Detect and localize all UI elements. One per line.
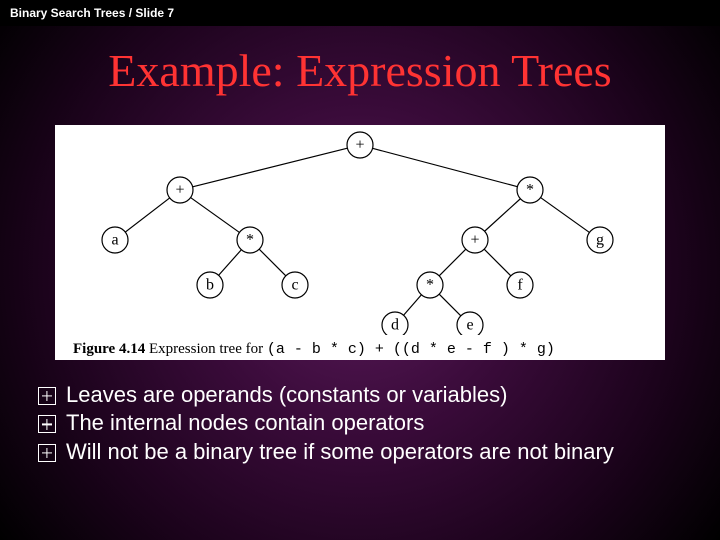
- list-item: Will not be a binary tree if some operat…: [38, 439, 688, 465]
- tree-edge: [485, 199, 521, 232]
- tree-node-label: f: [517, 277, 523, 294]
- figure: + + * a * + g b c * f d e Figure 4.14 Expression tre…: [55, 125, 665, 360]
- breadcrumb: Binary Search Trees / Slide 7: [10, 6, 174, 20]
- bullet-text: The internal nodes contain operators: [66, 410, 688, 436]
- tree-node-label: c: [291, 277, 298, 294]
- tree-node-label: *: [526, 182, 534, 199]
- tree-node-label: +: [175, 182, 184, 199]
- tree-edge: [219, 250, 242, 276]
- figure-caption-text: Expression tree for: [145, 341, 267, 357]
- figure-expression: (a - b * c) + ((d * e - f ) * g): [267, 341, 555, 358]
- tree-edge: [191, 198, 240, 233]
- tree-edge: [439, 294, 461, 316]
- bullet-icon: [38, 415, 56, 433]
- tree-node-label: *: [246, 232, 254, 249]
- tree-edge: [125, 198, 169, 232]
- tree-node-label: +: [355, 137, 364, 154]
- tree-node-label: e: [466, 317, 473, 334]
- tree-node-label: *: [426, 277, 434, 294]
- tree-node-label: a: [111, 232, 118, 249]
- figure-caption: Figure 4.14 Expression tree for (a - b *…: [55, 335, 665, 358]
- tree-node-label: +: [470, 232, 479, 249]
- bullet-text: Will not be a binary tree if some operat…: [66, 439, 688, 465]
- header-strip: Binary Search Trees / Slide 7: [0, 0, 720, 26]
- tree-edge: [373, 148, 518, 186]
- tree-edge: [193, 148, 348, 187]
- tree-edge: [404, 295, 422, 315]
- page-title: Example: Expression Trees: [0, 44, 720, 97]
- expression-tree: + + * a * + g b c * f d e: [55, 125, 665, 335]
- list-item: Leaves are operands (constants or variab…: [38, 382, 688, 408]
- figure-number: Figure 4.14: [73, 341, 145, 357]
- list-item: The internal nodes contain operators: [38, 410, 688, 436]
- bullet-icon: [38, 387, 56, 405]
- slide: Binary Search Trees / Slide 7 Example: E…: [0, 0, 720, 540]
- bullet-text: Leaves are operands (constants or variab…: [66, 382, 688, 408]
- tree-edge: [259, 249, 286, 276]
- tree-node-label: g: [596, 232, 604, 249]
- tree-edge: [484, 249, 511, 276]
- bullet-list: Leaves are operands (constants or variab…: [38, 382, 688, 465]
- tree-edge: [541, 198, 590, 233]
- tree-node-label: b: [206, 277, 214, 294]
- bullet-icon: [38, 444, 56, 462]
- tree-edge: [439, 249, 466, 276]
- tree-node-label: d: [391, 317, 399, 334]
